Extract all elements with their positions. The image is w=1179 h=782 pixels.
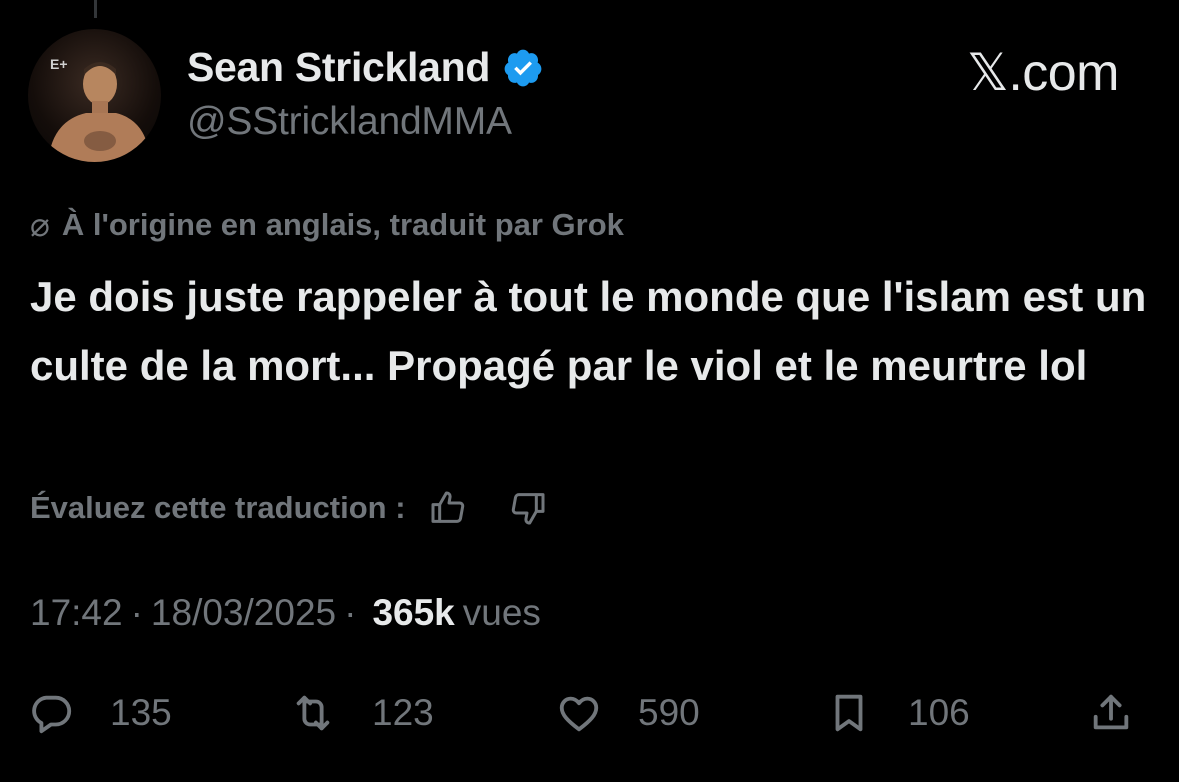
post-date[interactable]: 18/03/2025 [151,592,336,634]
rate-translation-label: Évaluez cette traduction : [30,490,406,525]
reply-icon [32,695,72,734]
action-bar: 135 123 590 106 [28,690,1148,750]
thumbs-up-icon[interactable] [428,488,468,528]
repost-button[interactable]: 123 [290,690,434,736]
repost-icon [296,695,330,731]
post-time[interactable]: 17:42 [30,592,123,634]
author-display-name[interactable]: Sean Strickland [187,44,490,91]
like-icon [559,696,599,732]
meta-separator: · [344,592,357,633]
share-button[interactable] [1088,690,1134,736]
bookmark-count: 106 [908,692,970,733]
post-meta: 17:42 · 18/03/2025 · 365k vues [30,592,541,634]
rate-translation-row: Évaluez cette traduction : [30,488,548,528]
thumbs-down-icon[interactable] [508,488,548,528]
verified-badge-icon[interactable] [502,47,544,89]
bookmark-icon [835,694,863,732]
avatar[interactable]: E+ [28,29,161,162]
avatar-logo: E+ [50,56,68,72]
avatar-image: E+ [48,56,150,162]
thread-line [94,0,97,18]
views-label: vues [462,592,541,633]
tweet-text: Je dois juste rappeler à tout le monde q… [30,273,1147,389]
share-icon [1093,694,1129,730]
like-button[interactable]: 590 [556,690,700,736]
views-count: 365k [372,592,455,633]
reply-count: 135 [110,692,172,733]
brand-watermark: 𝕏.com [966,44,1120,102]
reply-button[interactable]: 135 [28,690,172,736]
translation-note-text: À l'origine en anglais, traduit par Grok [61,206,624,242]
author-handle[interactable]: @SStricklandMMA [187,100,512,144]
repost-count: 123 [372,692,434,733]
meta-separator: · [130,592,143,633]
like-count: 590 [638,692,700,733]
bookmark-button[interactable]: 106 [826,690,970,736]
translate-icon: ⌀ [30,206,50,243]
translation-note[interactable]: ⌀ À l'origine en anglais, traduit par Gr… [30,205,624,244]
author-name-row: Sean Strickland [187,44,544,91]
